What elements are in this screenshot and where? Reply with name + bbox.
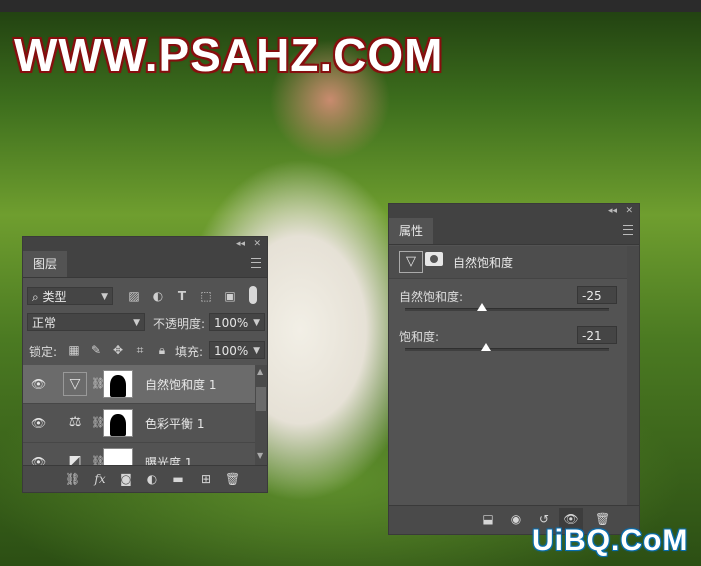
filter-toggle-icon[interactable] (249, 286, 257, 304)
blend-mode-label: 正常 (32, 316, 57, 330)
vibrance-label: 自然饱和度: (399, 290, 464, 304)
smart-object-filter-icon[interactable]: ▣ (223, 289, 237, 303)
layer-row-exposure[interactable]: 👁︎ ◩ ⛓︎ 曝光度 1 (23, 443, 255, 465)
panel-menu-icon[interactable] (623, 225, 633, 235)
blend-row: 正常 ▼ 不透明度: 100% ▼ (23, 311, 267, 333)
layers-panel-header: ◂◂ ✕ (23, 237, 267, 251)
color-balance-adjustment-icon: ⚖︎ (68, 414, 82, 430)
blend-mode-select[interactable]: 正常 ▼ (27, 313, 145, 331)
fill-label: 填充: (175, 345, 204, 359)
fill-field[interactable]: 100% ▼ (209, 341, 265, 359)
saturation-slider[interactable] (405, 343, 609, 351)
layer-name: 曝光度 1 (145, 456, 193, 465)
clip-to-layer-icon[interactable]: ⬓ (481, 512, 495, 526)
opacity-field[interactable]: 100% ▼ (209, 313, 265, 331)
chevron-down-icon: ▼ (253, 318, 260, 328)
filter-kind-label: 类型 (42, 290, 67, 304)
layers-tabbar: 图层 (23, 251, 267, 278)
watermark-top: WWW.PSAHZ.COM (14, 29, 444, 81)
layers-scrollbar[interactable]: ▲ ▼ (255, 365, 267, 465)
adjustment-filter-icon[interactable]: ◐ (151, 289, 165, 303)
panel-menu-icon[interactable] (251, 258, 261, 268)
tab-layers[interactable]: 图层 (23, 251, 68, 277)
visibility-eye-icon[interactable]: 👁︎ (31, 455, 46, 465)
chevron-down-icon: ▼ (133, 318, 140, 328)
vibrance-adjustment-icon: ▽ (399, 251, 423, 273)
saturation-slider-thumb[interactable] (480, 343, 491, 351)
new-layer-icon[interactable]: ⊞ (199, 472, 213, 486)
new-adjustment-icon[interactable]: ◐ (145, 472, 159, 486)
properties-tabbar: 属性 (389, 218, 639, 245)
scroll-up-icon[interactable]: ▲ (257, 367, 263, 376)
search-icon: ⌕ (32, 290, 43, 304)
lock-pixels-icon[interactable]: ✎ (89, 343, 103, 357)
lock-row: 锁定: ▦ ✎ ✥ ⌗ 🔒︎ 填充: 100% ▼ (23, 339, 267, 361)
saturation-value-field[interactable]: -21 (577, 326, 617, 344)
fill-value: 100% (214, 344, 249, 358)
layer-mask-thumbnail[interactable] (103, 409, 133, 437)
vibrance-adjustment-icon: ▽ (63, 372, 87, 396)
saturation-label: 饱和度: (399, 330, 440, 344)
shape-filter-icon[interactable]: ⬚ (199, 289, 213, 303)
properties-scrollbar[interactable] (627, 246, 639, 508)
filter-kind-select[interactable]: ⌕ 类型 ▼ (27, 287, 113, 305)
lock-all-icon[interactable]: 🔒︎ (155, 343, 169, 357)
lock-label: 锁定: (29, 345, 58, 359)
opacity-value: 100% (214, 316, 249, 330)
mask-icon[interactable] (425, 252, 443, 266)
adjustment-header: ▽ 自然饱和度 (389, 246, 639, 279)
chevron-down-icon: ▼ (101, 292, 108, 302)
filter-row: ⌕ 类型 ▼ ▨ ◐ T ⬚ ▣ (23, 285, 267, 307)
image-filter-icon[interactable]: ▨ (127, 289, 141, 303)
new-group-icon[interactable]: ▬ (171, 472, 185, 486)
vibrance-slider[interactable] (405, 303, 609, 311)
visibility-eye-icon[interactable]: 👁︎ (31, 377, 46, 391)
layer-name: 色彩平衡 1 (145, 417, 205, 431)
lock-artboard-icon[interactable]: ⌗ (133, 343, 147, 357)
fx-icon[interactable]: fx (93, 472, 107, 486)
chevron-down-icon: ▼ (253, 346, 260, 356)
exposure-adjustment-icon: ◩ (68, 453, 82, 465)
view-previous-icon[interactable]: ◉ (509, 512, 523, 526)
layer-name: 自然饱和度 1 (145, 378, 217, 392)
top-bar (0, 0, 701, 12)
opacity-label: 不透明度: (153, 317, 206, 331)
scroll-thumb[interactable] (256, 387, 266, 411)
lock-transparency-icon[interactable]: ▦ (67, 343, 81, 357)
layer-row-vibrance[interactable]: 👁︎ ▽ ⛓︎ 自然饱和度 1 (23, 365, 255, 404)
scroll-down-icon[interactable]: ▼ (257, 451, 263, 460)
layer-row-color-balance[interactable]: 👁︎ ⚖︎ ⛓︎ 色彩平衡 1 (23, 404, 255, 443)
type-filter-icon[interactable]: T (175, 289, 189, 303)
collapse-icon[interactable]: ◂◂ (608, 204, 617, 218)
layers-list: 👁︎ ▽ ⛓︎ 自然饱和度 1 👁︎ ⚖︎ ⛓︎ 色彩平衡 1 👁︎ ◩ ⛓︎ … (23, 365, 267, 465)
delete-layer-icon[interactable]: 🗑︎ (225, 472, 240, 486)
adjustment-title: 自然饱和度 (453, 256, 514, 270)
close-icon[interactable]: ✕ (625, 204, 633, 218)
background-photo: WWW.PSAHZ.COM ◂◂ ✕ 图层 ⌕ 类型 ▼ ▨ ◐ T ⬚ ▣ 正… (0, 0, 701, 566)
layer-mask-thumbnail[interactable] (103, 370, 133, 398)
properties-panel-header: ◂◂ ✕ (389, 204, 639, 218)
visibility-eye-icon[interactable]: 👁︎ (31, 416, 46, 430)
tab-properties[interactable]: 属性 (389, 218, 434, 244)
watermark-bottom: UiBQ.CoM (532, 524, 689, 557)
layers-panel: ◂◂ ✕ 图层 ⌕ 类型 ▼ ▨ ◐ T ⬚ ▣ 正常 ▼ 不透明度: 100%… (22, 236, 268, 493)
close-icon[interactable]: ✕ (253, 237, 261, 251)
vibrance-value-field[interactable]: -25 (577, 286, 617, 304)
layer-mask-thumbnail[interactable] (103, 448, 133, 465)
collapse-icon[interactable]: ◂◂ (236, 237, 245, 251)
properties-panel: ◂◂ ✕ 属性 ▽ 自然饱和度 自然饱和度: -25 饱和度: -21 ⬓ ◉ … (388, 203, 640, 535)
link-layers-icon[interactable]: ⛓︎ (65, 472, 80, 486)
layers-bottom-bar: ⛓︎ fx ◙ ◐ ▬ ⊞ 🗑︎ (23, 465, 267, 492)
vibrance-slider-thumb[interactable] (476, 303, 487, 311)
lock-position-icon[interactable]: ✥ (111, 343, 125, 357)
add-mask-icon[interactable]: ◙ (119, 472, 133, 486)
